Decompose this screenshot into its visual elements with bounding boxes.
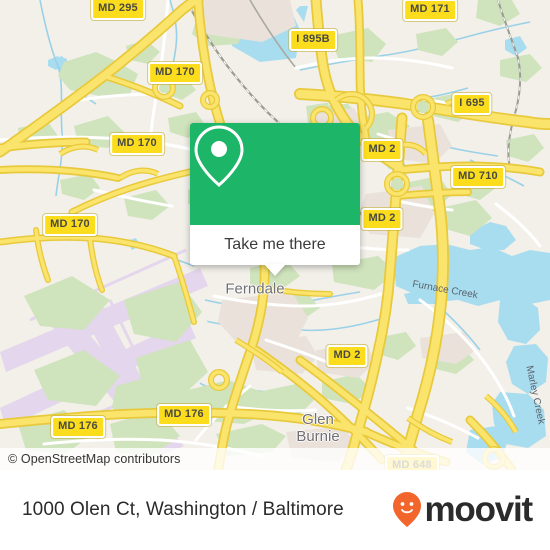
road-shield-md-171: MD 171	[403, 0, 457, 21]
road-shield-i-695: I 695	[452, 93, 492, 115]
popup-action-bar[interactable]: Take me there	[190, 225, 360, 276]
screenshot-root: MD 295 MD 171 I 895B MD 170 I 695 MD 170 MD 2 M…	[0, 0, 550, 550]
road-shield-i-895b: I 895B	[289, 29, 337, 51]
footer-bar: 1000 Olen Ct, Washington / Baltimore moo…	[0, 470, 550, 550]
popup-image-panel	[190, 123, 360, 225]
road-shield-md-170: MD 170	[110, 133, 164, 155]
take-me-there-label: Take me there	[224, 236, 326, 253]
moovit-logo[interactable]: moovit	[392, 490, 533, 530]
moovit-wordmark: moovit	[424, 490, 533, 529]
road-shield-md-176: MD 176	[51, 416, 105, 438]
attribution-text: © OpenStreetMap contributors	[8, 452, 181, 466]
road-shield-md-2: MD 2	[326, 345, 368, 367]
map-attribution[interactable]: © OpenStreetMap contributors	[0, 448, 550, 470]
road-shield-md-2: MD 2	[361, 139, 403, 161]
road-shield-md-176: MD 176	[157, 404, 211, 426]
map-pin-icon	[194, 125, 244, 187]
road-shield-md-295: MD 295	[91, 0, 145, 20]
road-shield-md-170: MD 170	[43, 214, 97, 236]
road-shield-md-2: MD 2	[361, 208, 403, 230]
location-popup[interactable]: Take me there	[190, 123, 360, 276]
map-canvas[interactable]: MD 295 MD 171 I 895B MD 170 I 695 MD 170 MD 2 M…	[0, 0, 550, 470]
place-label-ferndale: Ferndale	[225, 280, 285, 298]
moovit-smiley-pin-icon	[393, 492, 422, 527]
popup-pointer-tail	[264, 264, 286, 276]
place-label-glen-burnie: Glen Burnie	[296, 411, 340, 445]
road-shield-md-710: MD 710	[451, 166, 505, 188]
road-shield-md-170: MD 170	[148, 62, 202, 84]
address-title: 1000 Olen Ct, Washington / Baltimore	[22, 499, 344, 520]
